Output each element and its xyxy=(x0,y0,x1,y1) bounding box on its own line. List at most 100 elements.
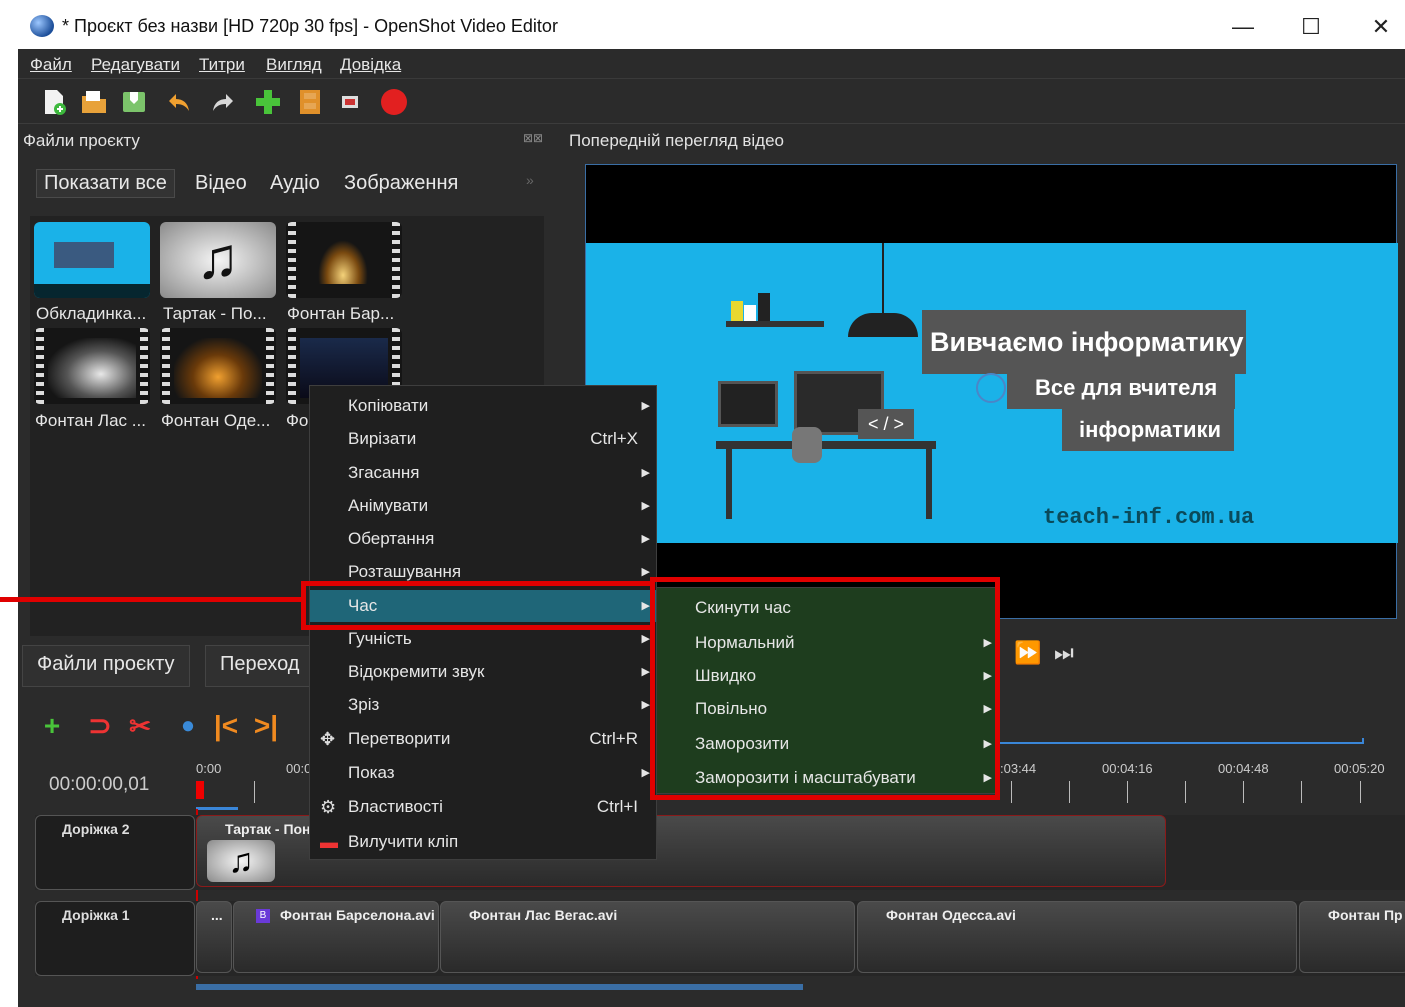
previous-marker-icon[interactable]: |< xyxy=(210,710,242,742)
menu-titles[interactable]: Титри xyxy=(199,55,245,75)
menu-item-label: Копіювати xyxy=(348,396,429,415)
menu-help[interactable]: Довідка xyxy=(340,55,401,75)
highlight-time-submenu xyxy=(650,577,1000,800)
ruler-label: 0:00 xyxy=(196,761,222,776)
timeline-clip[interactable]: B Фонтан Барселона.avi xyxy=(233,901,439,973)
preview-frame: < / > Вивчаємо інформатику Все для вчите… xyxy=(586,243,1398,543)
file-name: Обкладинка... xyxy=(36,304,147,323)
menu-edit[interactable]: Редагувати xyxy=(91,55,180,75)
window-title: * Проєкт без назви [HD 720p 30 fps] - Op… xyxy=(62,16,558,36)
export-video-icon[interactable] xyxy=(380,88,408,116)
submenu-arrow-icon: ▶ xyxy=(641,767,650,779)
file-name: Тартак - По... xyxy=(163,304,267,323)
tab-transitions[interactable]: Переход xyxy=(205,645,315,687)
timeline-scrollbar[interactable] xyxy=(196,984,803,990)
save-project-icon[interactable] xyxy=(120,88,148,116)
menu-item-label: Відокремити звук xyxy=(348,662,485,681)
menu-file[interactable]: Файл xyxy=(30,55,72,75)
timeline-clip[interactable]: ... xyxy=(196,901,232,973)
dock-float-icon[interactable]: ⊠⊠ xyxy=(523,131,543,145)
redo-icon[interactable] xyxy=(208,88,236,116)
ruler-label: 00:04:48 xyxy=(1218,761,1269,776)
clip-name: Фонтан Пр xyxy=(1328,907,1403,923)
snapping-icon[interactable]: ⊃ xyxy=(84,710,116,742)
project-files-header: Файли проєкту xyxy=(23,131,140,150)
tab-images[interactable]: Зображення xyxy=(344,172,458,195)
choose-profile-icon[interactable] xyxy=(296,88,324,116)
menu-item-label: Вирізати xyxy=(348,429,417,448)
preview-line-2: інформатики xyxy=(1062,409,1234,451)
menu-item-label: Показ xyxy=(348,763,395,782)
context-menu-item[interactable]: Відокремити звук ▶ xyxy=(310,656,656,688)
submenu-arrow-icon: ▶ xyxy=(641,533,650,545)
context-menu-item[interactable]: Вирізати Ctrl+X xyxy=(310,423,656,455)
tab-audio[interactable]: Аудіо xyxy=(270,172,320,195)
new-project-icon[interactable] xyxy=(40,88,68,116)
clip-name: Фонтан Одесса.avi xyxy=(886,907,1016,923)
tab-show-all[interactable]: Показати все xyxy=(36,169,175,198)
zoom-slider[interactable] xyxy=(998,738,1364,744)
more-tabs-icon[interactable]: » xyxy=(526,172,534,188)
preview-title: Вивчаємо інформатику xyxy=(922,310,1246,374)
tab-project-files[interactable]: Файли проєкту xyxy=(22,645,190,687)
track-2: Доріжка 2 Тартак - Пон ♫ xyxy=(35,815,1405,890)
openshot-window: * Проєкт без назви [HD 720p 30 fps] - Op… xyxy=(18,4,1405,1007)
context-menu-item[interactable]: ▬ Вилучити кліп xyxy=(310,826,656,858)
playhead[interactable] xyxy=(196,781,204,799)
timeline-clip[interactable]: Фонтан Лас Вегас.avi xyxy=(440,901,855,973)
file-thumbnail[interactable] xyxy=(160,328,276,404)
timeline-clip[interactable]: Фонтан Пр xyxy=(1299,901,1405,973)
context-menu-item[interactable]: Показ ▶ xyxy=(310,757,656,789)
file-thumbnail[interactable] xyxy=(286,222,402,298)
remove-icon: ▬ xyxy=(320,832,338,852)
undo-icon[interactable] xyxy=(166,88,194,116)
fullscreen-icon[interactable] xyxy=(336,88,364,116)
ruler-label: :03:44 xyxy=(1000,761,1037,776)
context-menu-item[interactable]: Зріз ▶ xyxy=(310,689,656,721)
video-preview-header: Попередній перегляд відео xyxy=(569,131,784,150)
add-marker-icon[interactable]: ● xyxy=(172,710,204,742)
gear-icon: ⚙ xyxy=(320,797,337,817)
context-menu-item[interactable]: ⚙ Властивості Ctrl+I xyxy=(310,791,656,823)
menu-item-label: Згасання xyxy=(348,463,420,482)
tab-video[interactable]: Відео xyxy=(195,172,247,195)
submenu-arrow-icon: ▶ xyxy=(641,699,650,711)
context-menu-item[interactable]: Анімувати ▶ xyxy=(310,490,656,522)
context-menu-item[interactable]: Обертання ▶ xyxy=(310,523,656,555)
maximize-button[interactable]: ☐ xyxy=(1288,12,1334,42)
menu-bar: Файл Редагувати Титри Вигляд Довідка xyxy=(18,49,1405,79)
context-menu-item[interactable]: Копіювати ▶ xyxy=(310,390,656,422)
music-note-icon[interactable]: ♫ xyxy=(160,222,276,298)
close-button[interactable]: ✕ xyxy=(1358,12,1404,42)
track-name: Доріжка 1 xyxy=(62,907,130,923)
menu-item-label: Властивості xyxy=(348,797,443,816)
file-name: Фонтан Лас ... xyxy=(35,411,146,430)
track-header[interactable]: Доріжка 1 xyxy=(35,901,195,976)
fast-forward-icon[interactable]: ⏩ xyxy=(1014,640,1041,666)
razor-icon[interactable]: ✂ xyxy=(124,710,156,742)
minimize-button[interactable]: — xyxy=(1220,12,1266,42)
highlight-time-item xyxy=(301,581,655,630)
add-track-icon[interactable]: + xyxy=(36,710,68,742)
file-thumbnail[interactable] xyxy=(34,328,150,404)
context-menu-item[interactable]: Згасання ▶ xyxy=(310,457,656,489)
track-1: Доріжка 1 ... B Фонтан Барселона.avi Фон… xyxy=(35,901,1405,976)
menu-view[interactable]: Вигляд xyxy=(266,55,322,75)
context-menu-item[interactable]: ✥ Перетворити Ctrl+R xyxy=(310,723,656,755)
clip-name: ... xyxy=(211,907,223,923)
menu-item-label: Зріз xyxy=(348,695,380,714)
clip-name: Фонтан Барселона.avi xyxy=(280,907,435,923)
timeline-clip[interactable]: Фонтан Одесса.avi xyxy=(857,901,1297,973)
jump-end-icon[interactable]: ⏭ xyxy=(1054,640,1074,666)
clip-badge: B xyxy=(256,909,270,923)
track-header[interactable]: Доріжка 2 xyxy=(35,815,195,890)
menu-item-shortcut: Ctrl+R xyxy=(589,729,638,748)
file-thumbnail[interactable] xyxy=(34,222,150,298)
transform-handle-icon[interactable] xyxy=(976,373,1006,403)
import-files-icon[interactable] xyxy=(254,88,282,116)
open-project-icon[interactable] xyxy=(80,88,108,116)
next-marker-icon[interactable]: >| xyxy=(250,710,282,742)
openshot-logo-icon xyxy=(30,15,54,37)
menu-item-label: Обертання xyxy=(348,529,435,548)
clip-name: Тартак - Пон xyxy=(225,821,311,837)
